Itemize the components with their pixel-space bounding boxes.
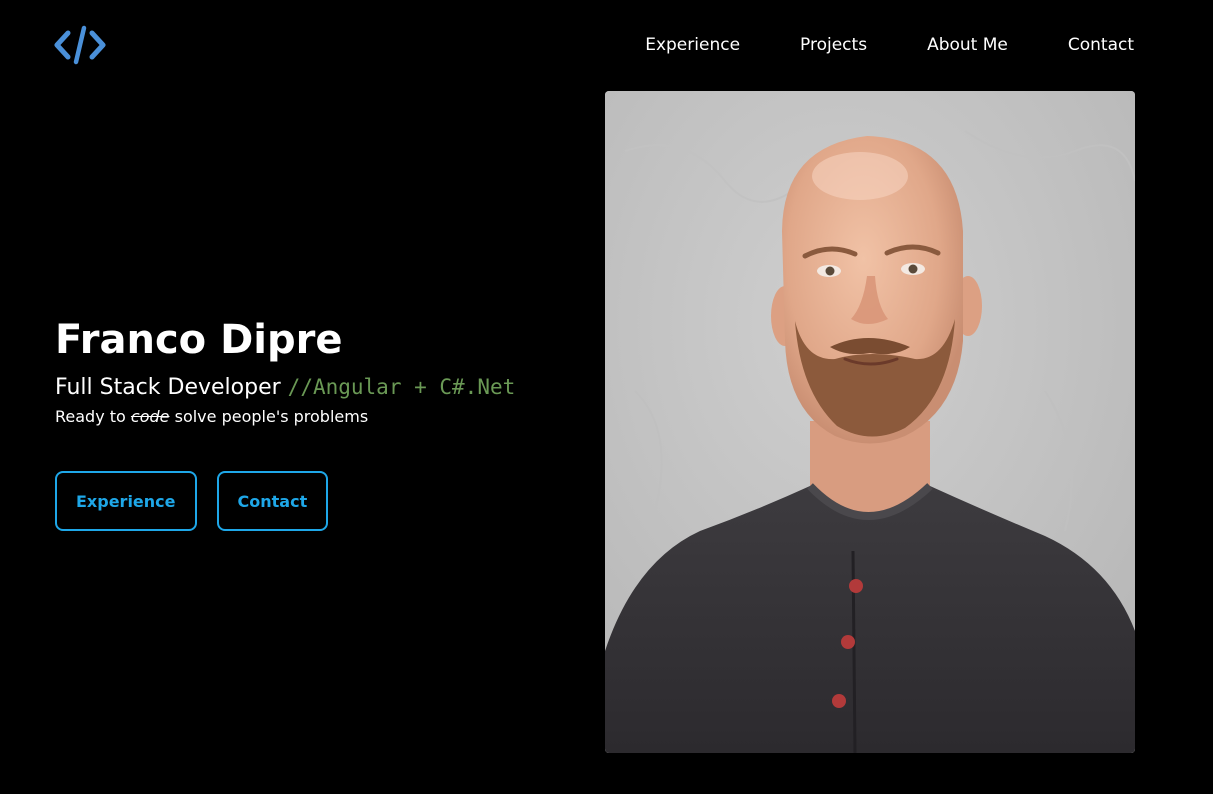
- hero-section: Franco Dipre Full Stack Developer //Angu…: [55, 316, 575, 531]
- code-brackets-icon[interactable]: [54, 24, 106, 66]
- page: Experience Projects About Me Contact Fra…: [0, 0, 1213, 794]
- hero-tech-stack: //Angular + C#.Net: [287, 375, 516, 399]
- tagline-suffix: solve people's problems: [174, 407, 369, 426]
- nav-projects[interactable]: Projects: [800, 33, 867, 57]
- profile-portrait-illustration: [605, 91, 1135, 753]
- nav-contact[interactable]: Contact: [1068, 33, 1134, 57]
- hero-name: Franco Dipre: [55, 317, 343, 363]
- hero-tagline: Ready to code solve people's problems: [55, 405, 575, 429]
- experience-button[interactable]: Experience: [55, 471, 197, 531]
- nav-experience[interactable]: Experience: [645, 33, 740, 57]
- contact-button[interactable]: Contact: [216, 471, 329, 531]
- tagline-prefix: Ready to: [55, 407, 126, 426]
- hero-role-title: Full Stack Developer: [55, 375, 281, 400]
- tagline-struck-word: code: [130, 407, 170, 426]
- main-nav: Experience Projects About Me Contact: [645, 33, 1134, 57]
- profile-photo: [605, 91, 1135, 753]
- hero-role: Full Stack Developer //Angular + C#.Net: [55, 372, 575, 403]
- nav-about-me[interactable]: About Me: [927, 33, 1008, 57]
- hero-buttons: Experience Contact: [55, 471, 575, 531]
